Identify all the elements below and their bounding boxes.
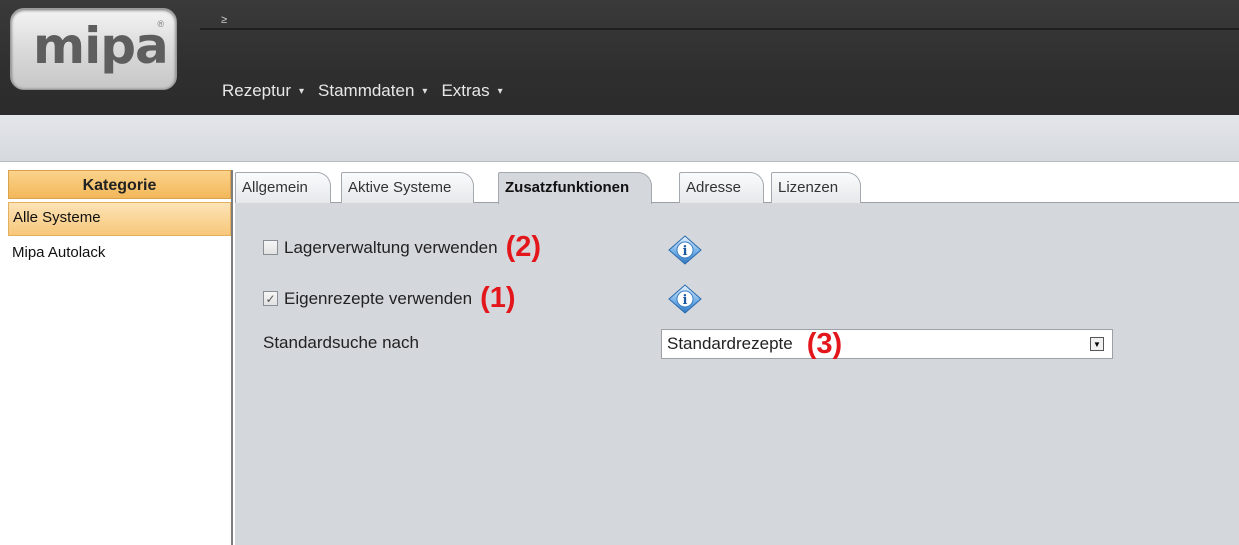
standardsuche-value: Standardrezepte	[667, 334, 793, 353]
tab-strip: Allgemein Aktive Systeme Zusatzfunktione…	[235, 170, 1239, 204]
standardsuche-label: Standardsuche nach	[263, 333, 419, 352]
category-header: Kategorie	[8, 170, 231, 199]
lagerverwaltung-label: Lagerverwaltung verwenden	[284, 237, 498, 257]
tab-adresse[interactable]: Adresse	[679, 172, 765, 203]
info-icon[interactable]: i	[665, 233, 705, 267]
svg-text:i: i	[683, 244, 688, 259]
title-bar: mipa ® ≥ Rezeptur ▾ Stammdaten ▾ Extras …	[0, 0, 1239, 115]
dropdown-arrow-icon: ▾	[298, 85, 305, 97]
sidebar-item-mipa-autolack[interactable]: Mipa Autolack	[8, 236, 231, 270]
tab-lizenzen[interactable]: Lizenzen	[771, 172, 862, 203]
eigenrezepte-checkbox[interactable]: ✓	[263, 291, 278, 306]
toolbar-strip	[0, 115, 1239, 162]
title-bar-divider	[200, 28, 1239, 30]
svg-text:i: i	[683, 293, 688, 308]
eigenrezepte-row: ✓ Eigenrezepte verwenden (1)	[263, 282, 516, 315]
logo-text: mipa	[33, 17, 169, 75]
annotation-2: (2)	[505, 231, 542, 263]
dropdown-arrow-icon: ▾	[422, 85, 428, 97]
app-logo-button[interactable]: mipa ®	[10, 8, 177, 90]
standardsuche-select[interactable]: Standardrezepte (3) ▼	[661, 328, 1113, 361]
menu-label: Rezeptur	[222, 81, 291, 100]
tab-allgemein[interactable]: Allgemein	[235, 172, 331, 203]
select-value: Standardrezepte (3)	[662, 328, 1090, 361]
standardsuche-row: Standardsuche nach	[263, 333, 419, 353]
tab-content: Lagerverwaltung verwenden (2) i ✓ Eigenr…	[235, 203, 1239, 545]
lagerverwaltung-checkbox[interactable]	[263, 240, 278, 255]
dropdown-arrow-icon: ▾	[497, 85, 503, 97]
quick-access-toolbar-icon[interactable]: ≥	[221, 14, 227, 26]
sidebar-item-alle-systeme[interactable]: Alle Systeme	[8, 202, 231, 236]
menu-rezeptur[interactable]: Rezeptur ▾	[222, 81, 304, 101]
info-icon[interactable]: i	[665, 282, 705, 316]
menu-label: Extras	[441, 81, 490, 100]
tab-zusatzfunktionen[interactable]: Zusatzfunktionen	[498, 172, 653, 204]
registered-mark: ®	[157, 19, 164, 29]
menu-extras[interactable]: Extras ▾	[441, 81, 502, 101]
category-panel: Kategorie Alle Systeme Mipa Autolack	[8, 170, 233, 545]
annotation-3: (3)	[806, 327, 843, 360]
settings-area: Allgemein Aktive Systeme Zusatzfunktione…	[235, 170, 1239, 545]
menu-stammdaten[interactable]: Stammdaten ▾	[318, 81, 427, 101]
menu-label: Stammdaten	[318, 81, 415, 100]
eigenrezepte-label: Eigenrezepte verwenden	[284, 288, 473, 308]
chevron-down-icon[interactable]: ▼	[1090, 337, 1104, 351]
checkmark-icon: ✓	[265, 291, 276, 306]
annotation-1: (1)	[480, 282, 516, 314]
tab-aktive-systeme[interactable]: Aktive Systeme	[341, 172, 475, 203]
main-menu: Rezeptur ▾ Stammdaten ▾ Extras ▾	[222, 81, 517, 101]
lagerverwaltung-row: Lagerverwaltung verwenden (2)	[263, 231, 541, 264]
